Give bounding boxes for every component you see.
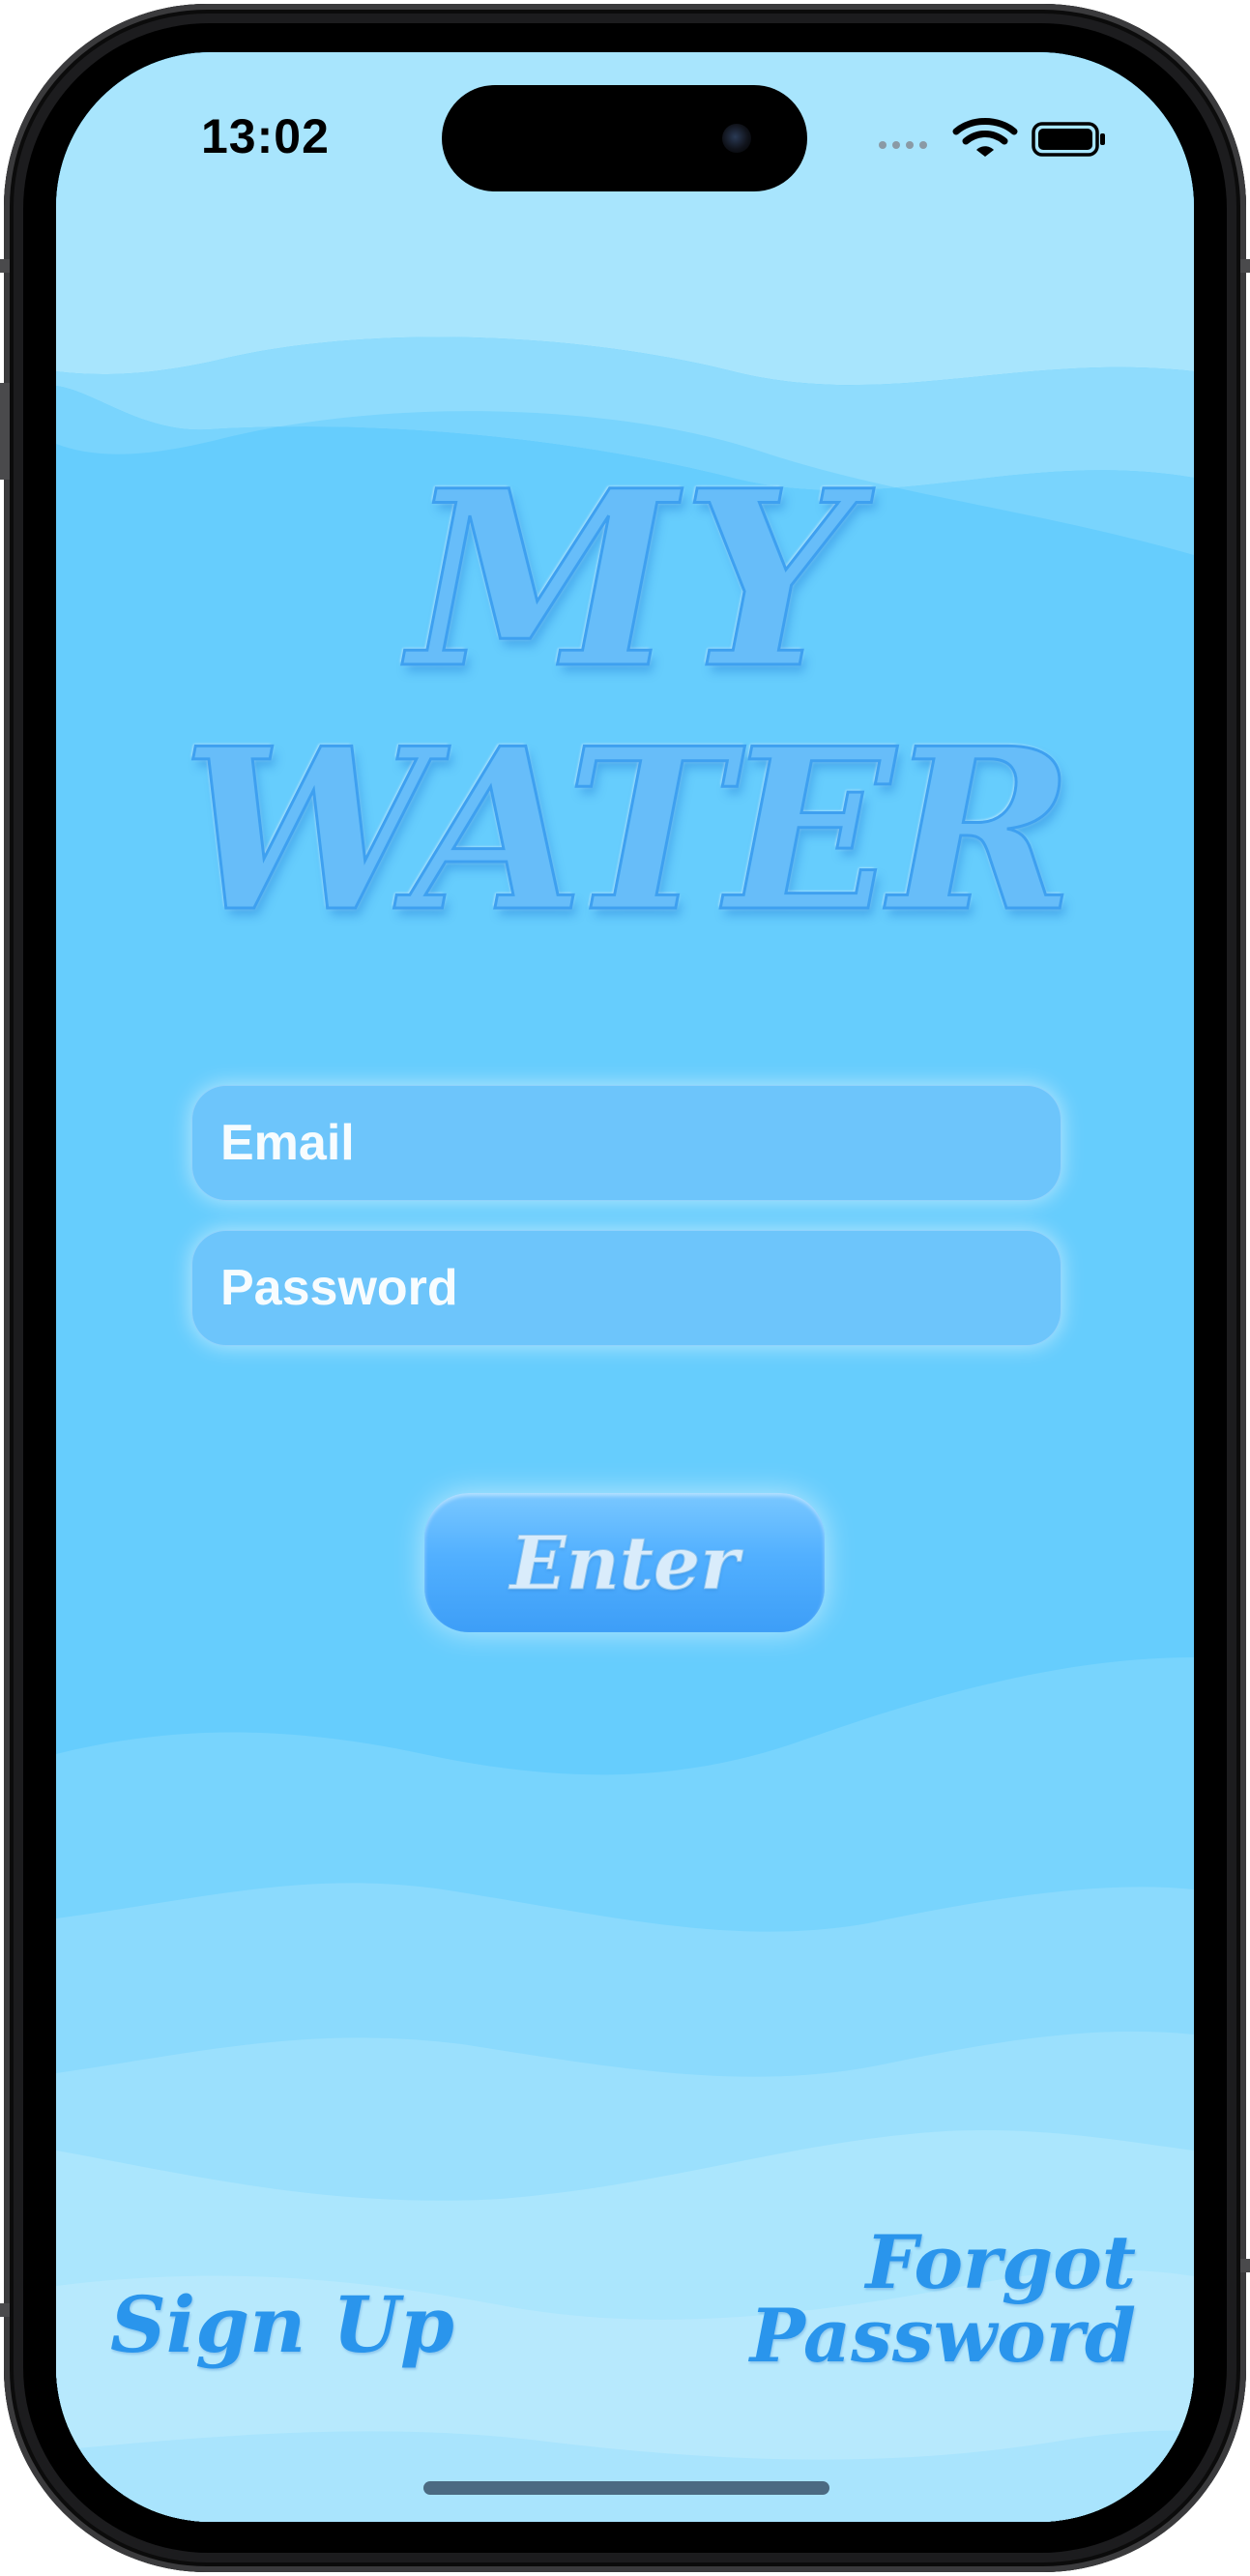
password-field[interactable]: Password [191, 1230, 1061, 1346]
phone-action-button [0, 259, 10, 273]
app-screen: 13:02 MY WATER Email Password Enter Sign… [56, 52, 1194, 2522]
enter-button[interactable]: Enter [424, 1493, 825, 1632]
dynamic-island [442, 85, 807, 191]
phone-power-button [1240, 259, 1250, 273]
phone-volume-button [0, 2303, 10, 2317]
phone-volume-button [0, 383, 10, 480]
status-time: 13:02 [201, 109, 330, 163]
forgot-password-line1: Forgot [865, 2219, 1136, 2305]
app-title-line-water: WATER [180, 700, 1075, 961]
status-icons [879, 118, 1105, 157]
forgot-password-line2: Password [749, 2293, 1136, 2379]
enter-button-label: Enter [509, 1519, 740, 1606]
email-field[interactable]: Email [191, 1085, 1061, 1201]
signal-dots-icon [879, 141, 927, 149]
home-indicator[interactable] [423, 2481, 829, 2495]
app-title-line-my: MY [407, 437, 861, 721]
forgot-password-link[interactable]: Forgot Password [750, 2226, 1136, 2373]
password-placeholder: Password [220, 1260, 458, 1316]
battery-icon [1032, 122, 1105, 157]
email-placeholder: Email [220, 1115, 355, 1171]
wifi-icon [952, 118, 1018, 157]
sign-up-link[interactable]: Sign Up [110, 2286, 454, 2363]
app-title: MY WATER [56, 437, 1194, 961]
phone-power-button [1240, 2259, 1250, 2272]
camera-icon [722, 124, 751, 153]
phone-device: 13:02 MY WATER Email Password Enter Sign… [0, 0, 1250, 2576]
